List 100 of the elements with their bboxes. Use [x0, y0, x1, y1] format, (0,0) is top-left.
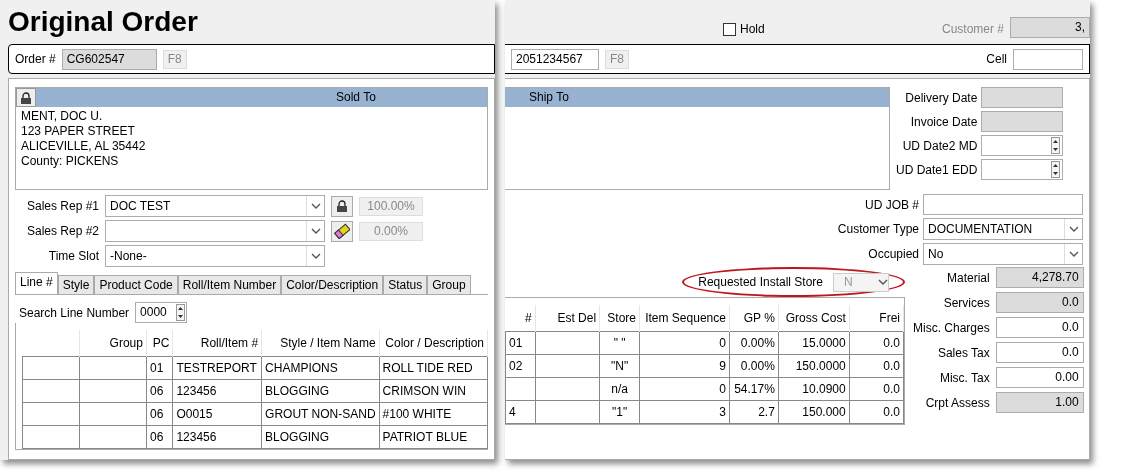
- lock-button[interactable]: [331, 195, 353, 217]
- column-header[interactable]: Est Del: [535, 305, 600, 331]
- table-cell: #100 WHITE: [379, 402, 488, 425]
- sales-rep-dropdown[interactable]: DOC TEST: [105, 195, 325, 217]
- column-header[interactable]: Group: [79, 330, 147, 356]
- table-cell: 0.0: [849, 331, 904, 354]
- customer-number-field: 3,: [1010, 17, 1090, 38]
- table-cell: 06: [146, 379, 173, 402]
- column-header[interactable]: GP %: [729, 305, 779, 331]
- field-label: Sales Tax: [937, 344, 990, 362]
- field-label: Occupied: [868, 246, 919, 263]
- table-cell: 0.0: [849, 377, 904, 400]
- table-cell: 4: [505, 400, 536, 423]
- sales-rep-dropdown[interactable]: [105, 220, 325, 242]
- table-cell: 150.000: [778, 400, 850, 423]
- table-cell: 150.0000: [778, 354, 850, 377]
- tab[interactable]: Color/Description: [281, 275, 384, 294]
- field-label: UD JOB #: [865, 196, 919, 214]
- table-cell: " ": [599, 331, 640, 354]
- amount-field: 4,278.70: [995, 267, 1084, 288]
- eraser-button[interactable]: [331, 220, 353, 242]
- caret-icon: [310, 253, 321, 259]
- spinner-icon: [176, 304, 186, 321]
- tab[interactable]: Product Code: [94, 275, 178, 294]
- table-cell: GROUT NON-SAND: [261, 402, 380, 425]
- tab[interactable]: Style: [57, 275, 95, 294]
- address-line: MENT, DOC U.: [21, 109, 104, 124]
- table-cell: 123456: [172, 379, 262, 402]
- caret-icon: [878, 279, 888, 285]
- table-cell: 0.00%: [729, 331, 779, 354]
- table-cell: ROLL TIDE RED: [379, 356, 488, 379]
- text-field[interactable]: [923, 194, 1083, 215]
- address-line: ALICEVILLE, AL 35442: [21, 139, 147, 154]
- page-title: Original Order: [7, 5, 199, 39]
- table-cell: 54.17%: [729, 377, 779, 400]
- field-label: Time Slot: [47, 248, 99, 265]
- amount-field[interactable]: 0.0: [995, 342, 1084, 363]
- ship-to-title: Ship To: [529, 89, 569, 106]
- caret-icon: [310, 228, 321, 234]
- time-slot-dropdown[interactable]: -None-: [105, 245, 325, 267]
- caret-icon: [1068, 226, 1079, 232]
- lock-icon: [336, 200, 348, 212]
- column-header[interactable]: #: [505, 305, 536, 331]
- date-field[interactable]: [981, 135, 1064, 156]
- column-header[interactable]: PC: [146, 330, 173, 356]
- date-field[interactable]: [981, 159, 1064, 180]
- table-cell: 0: [639, 331, 730, 354]
- table-cell: "1": [599, 400, 640, 423]
- table-cell: 0.0: [849, 354, 904, 377]
- column-header[interactable]: Color / Description: [379, 330, 488, 356]
- amount-field[interactable]: 0.0: [995, 317, 1084, 338]
- select-field[interactable]: DOCUMENTATION: [923, 218, 1083, 240]
- table-cell: 01: [505, 331, 536, 354]
- field-label: Crpt Assess: [925, 394, 990, 412]
- table-cell: BLOGGING: [261, 425, 380, 448]
- order-number-field: CG602547: [61, 48, 157, 70]
- select-field[interactable]: No: [923, 243, 1083, 265]
- column-header[interactable]: Store: [599, 305, 640, 331]
- field-label: Requested Install Store: [698, 274, 823, 291]
- hold-checkbox[interactable]: Hold: [723, 20, 765, 38]
- table-cell: 06: [146, 402, 173, 425]
- percent-field: 0.00%: [359, 221, 423, 241]
- table-cell: 0.0: [849, 400, 904, 423]
- column-header[interactable]: Gross Cost: [778, 305, 850, 331]
- field-label: Sales Rep #2: [25, 223, 99, 240]
- address-line: 123 PAPER STREET: [21, 124, 136, 139]
- eraser-icon: [334, 223, 350, 239]
- table-cell: 0: [639, 377, 730, 400]
- amount-field[interactable]: 0.00: [995, 367, 1084, 388]
- cell-field[interactable]: [1013, 48, 1083, 70]
- column-header[interactable]: Style / Item Name: [261, 330, 380, 356]
- search-line-field[interactable]: 0000: [135, 302, 188, 323]
- field-label: UD Date1 EDD: [896, 161, 978, 179]
- table-cell: 0.00%: [729, 354, 779, 377]
- tab[interactable]: Group: [427, 275, 471, 294]
- tab[interactable]: Status: [383, 275, 428, 294]
- tab[interactable]: Roll/Item Number: [177, 275, 282, 294]
- column-header[interactable]: Frei: [849, 305, 904, 331]
- table-cell: TESTREPORT: [172, 356, 262, 379]
- amount-field: 1.00: [995, 392, 1084, 413]
- field-label: Misc. Tax: [939, 369, 990, 387]
- field-label: Material: [947, 269, 990, 287]
- table-cell: 2.7: [729, 400, 779, 423]
- table-cell: 01: [146, 356, 173, 379]
- tab[interactable]: Line #: [15, 272, 58, 294]
- phone-field[interactable]: 2051234567: [511, 48, 599, 70]
- lock-button[interactable]: [16, 88, 36, 107]
- field-label: Services: [943, 294, 990, 312]
- table-cell: 02: [505, 354, 536, 377]
- column-header[interactable]: Item Sequence: [639, 305, 730, 331]
- table-cell: 123456: [172, 425, 262, 448]
- spinner-icon: [1051, 137, 1061, 154]
- address-line: County: PICKENS: [21, 154, 120, 169]
- table-cell: "N": [599, 354, 640, 377]
- column-header[interactable]: Roll/Item #: [172, 330, 262, 356]
- spinner-icon: [1051, 161, 1061, 178]
- table-cell: 15.0000: [778, 331, 850, 354]
- table-cell: O0015: [172, 402, 262, 425]
- lock-icon: [20, 91, 32, 104]
- table-cell: 10.0900: [778, 377, 850, 400]
